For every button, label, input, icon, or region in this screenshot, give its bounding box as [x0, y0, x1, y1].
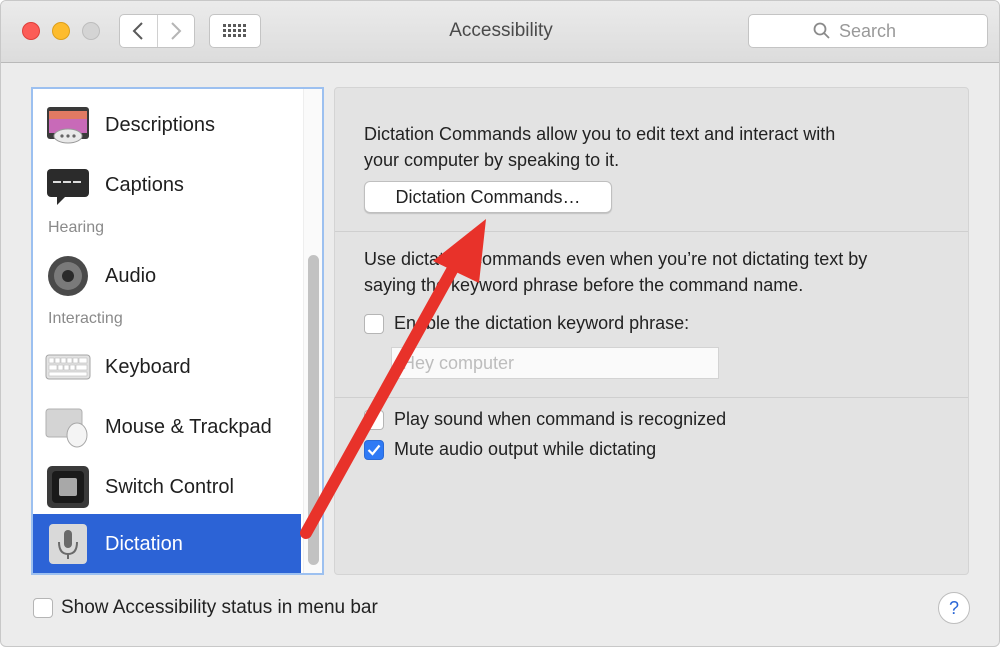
sidebar-item-label: Keyboard — [105, 355, 191, 378]
sidebar-item-dictation[interactable]: Dictation — [33, 514, 301, 573]
descriptions-icon — [47, 107, 89, 144]
sidebar-item-descriptions[interactable]: Descriptions — [33, 95, 301, 155]
section-divider — [335, 231, 968, 232]
section-header-interacting: Interacting — [48, 310, 123, 327]
navigation-buttons — [119, 14, 195, 48]
forward-button[interactable] — [156, 15, 194, 47]
zoom-window-button[interactable] — [82, 22, 100, 40]
sidebar-item-label: Descriptions — [105, 113, 216, 136]
help-button[interactable]: ? — [938, 592, 970, 624]
enable-keyword-row[interactable]: Enable the dictation keyword phrase: — [364, 313, 689, 334]
title-bar: Accessibility — [1, 1, 999, 63]
keyword-description-line2: saying the keyword phrase before the com… — [364, 275, 804, 295]
show-status-label: Show Accessibility status in menu bar — [61, 597, 378, 618]
microphone-icon — [49, 524, 87, 564]
sidebar-item-audio[interactable]: Audio — [33, 246, 301, 306]
minimize-window-button[interactable] — [52, 22, 70, 40]
sidebar-item-label: Switch Control — [105, 475, 234, 498]
sidebar-item-label: Mouse & Trackpad — [105, 415, 272, 438]
sidebar-item-captions[interactable]: Captions — [33, 155, 301, 215]
keyboard-icon — [45, 354, 91, 380]
show-status-row[interactable]: Show Accessibility status in menu bar — [33, 597, 378, 619]
dictation-settings-pane: Dictation Commands allow you to edit tex… — [334, 87, 969, 575]
mute-audio-row[interactable]: Mute audio output while dictating — [364, 439, 656, 460]
sidebar-item-switch-control[interactable]: Switch Control — [33, 457, 301, 517]
show-status-checkbox[interactable] — [33, 598, 53, 618]
search-input[interactable] — [839, 20, 923, 42]
mute-audio-checkbox[interactable] — [364, 439, 384, 460]
keyword-phrase-input[interactable] — [391, 347, 719, 379]
sidebar-item-mouse-trackpad[interactable]: Mouse & Trackpad — [33, 397, 301, 457]
close-window-button[interactable] — [22, 22, 40, 40]
grid-icon — [223, 24, 246, 37]
chevron-right-icon — [171, 22, 182, 40]
enable-keyword-label: Enable the dictation keyword phrase: — [394, 313, 690, 333]
sidebar-item-label: Dictation — [105, 532, 183, 555]
play-sound-label: Play sound when command is recognized — [394, 409, 727, 429]
search-field[interactable] — [748, 14, 988, 48]
mute-audio-label: Mute audio output while dictating — [394, 439, 657, 459]
speaker-icon — [48, 256, 88, 296]
sidebar-item-keyboard[interactable]: Keyboard — [33, 337, 301, 397]
show-all-button[interactable] — [209, 14, 261, 48]
keyword-description-line1: Use dictation commands even when you’re … — [364, 249, 868, 269]
window-title: Accessibility — [449, 20, 553, 41]
section-divider — [335, 397, 968, 398]
search-icon — [813, 22, 830, 39]
captions-icon — [47, 169, 89, 205]
sidebar-item-label: Audio — [105, 264, 157, 287]
switch-control-icon — [47, 466, 89, 508]
play-sound-row[interactable]: Play sound when command is recognized — [364, 409, 726, 430]
play-sound-checkbox[interactable] — [364, 409, 384, 430]
enable-keyword-checkbox[interactable] — [364, 313, 384, 334]
dictation-commands-button[interactable]: Dictation Commands… — [364, 181, 612, 213]
scrollbar-thumb[interactable] — [308, 255, 319, 565]
checkmark-icon — [367, 444, 381, 456]
section-header-hearing: Hearing — [48, 219, 105, 236]
mouse-icon — [45, 408, 88, 448]
back-button[interactable] — [120, 15, 157, 47]
sidebar-item-label: Captions — [105, 173, 184, 196]
intro-text-line1: Dictation Commands allow you to edit tex… — [364, 124, 836, 144]
intro-text-line2: your computer by speaking to it. — [364, 150, 620, 170]
chevron-left-icon — [133, 22, 144, 40]
preferences-window: Accessibility Descriptions Captions — [0, 0, 1000, 647]
sidebar-list: Descriptions Captions Hearing Audio Inte… — [31, 87, 324, 575]
